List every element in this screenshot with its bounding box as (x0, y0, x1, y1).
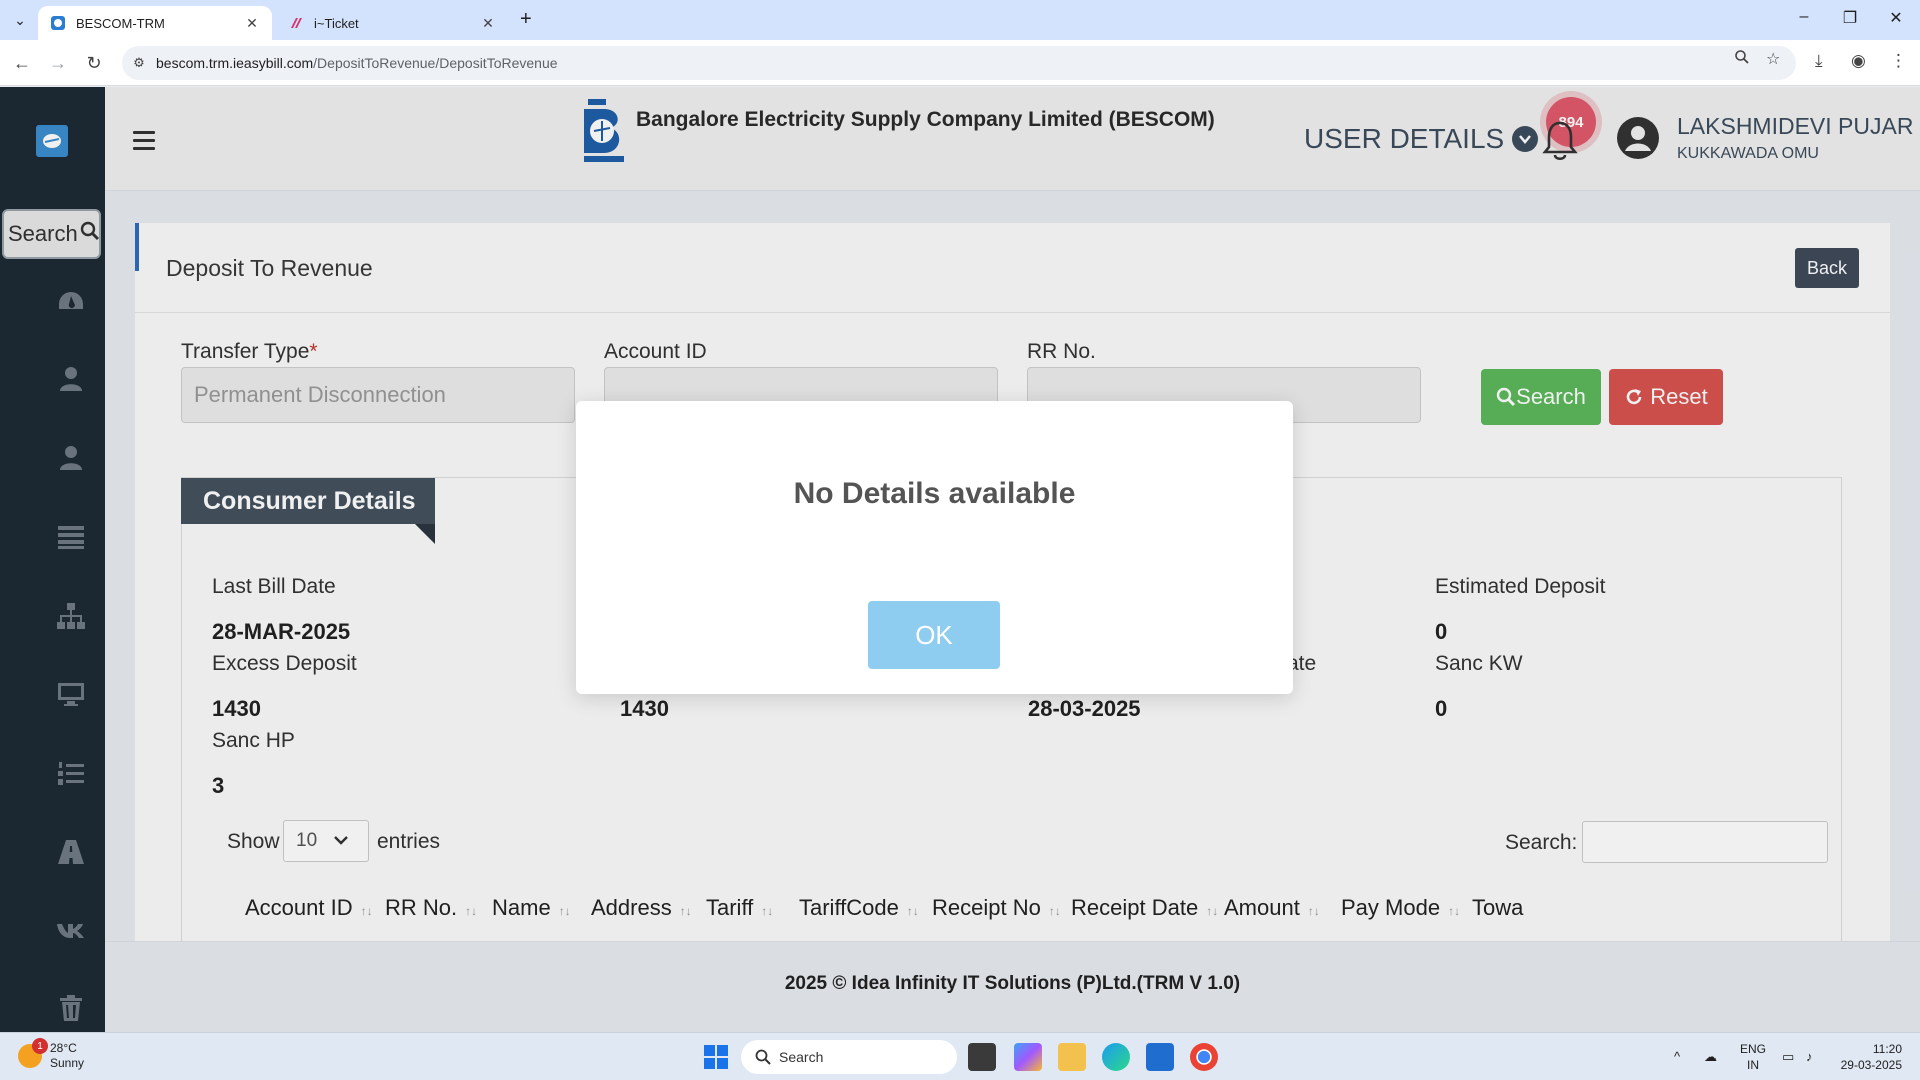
clock[interactable]: 11:20 29-03-2025 (1838, 1041, 1902, 1073)
tab-title: BESCOM-TRM (76, 15, 165, 31)
file-explorer-icon[interactable] (1058, 1043, 1086, 1071)
weather-widget[interactable]: 1 28°C Sunny (18, 1038, 85, 1071)
alert-dialog: No Details available OK (576, 401, 1293, 694)
taskbar-search-placeholder: Search (779, 1049, 824, 1065)
dialog-message: No Details available (793, 477, 1076, 510)
tray-chevron-icon[interactable]: ^ (1674, 1049, 1680, 1064)
browser-toolbar: ← → ↻ ⚙ bescom.trm.ieasybill.com/Deposit… (0, 40, 1920, 86)
taskbar-search[interactable]: Search (741, 1040, 957, 1074)
task-view-icon[interactable] (968, 1043, 996, 1071)
windows-taskbar: 1 28°C Sunny Search ^ ☁ ENG IN ▭ ♪ 11:20… (0, 1032, 1920, 1080)
back-arrow-icon[interactable]: ← (10, 51, 34, 75)
store-icon[interactable] (1146, 1043, 1174, 1071)
tab-search-menu-icon[interactable]: ⌄ (8, 8, 32, 32)
search-icon (755, 1049, 771, 1065)
onedrive-icon[interactable]: ☁ (1704, 1049, 1717, 1065)
tab-title: i~Ticket (314, 15, 359, 31)
minimize-icon[interactable]: – (1781, 8, 1827, 26)
weather-sun-icon: 1 (18, 1038, 48, 1068)
zoom-icon[interactable] (1734, 49, 1750, 70)
bescom-favicon-icon (50, 15, 66, 31)
restore-icon[interactable]: ❐ (1827, 8, 1873, 28)
close-tab-icon[interactable]: ✕ (244, 15, 260, 32)
tab-iticket[interactable]: i~Ticket ✕ (276, 6, 508, 40)
edge-icon[interactable] (1102, 1043, 1130, 1071)
reload-icon[interactable]: ↻ (82, 51, 106, 75)
address-bar[interactable]: ⚙ bescom.trm.ieasybill.com/DepositToReve… (122, 46, 1796, 80)
profile-icon[interactable]: ◉ (1851, 51, 1866, 71)
temperature: 28°C (50, 1041, 77, 1055)
forward-arrow-icon[interactable]: → (46, 51, 70, 75)
copilot-icon[interactable] (1014, 1043, 1042, 1071)
browser-menu-icon[interactable]: ⋮ (1890, 51, 1907, 71)
iticket-favicon-icon (288, 15, 304, 31)
ok-button[interactable]: OK (868, 601, 1000, 669)
url-text: bescom.trm.ieasybill.com/DepositToRevenu… (156, 55, 558, 71)
download-icon[interactable]: ⤓ (1815, 51, 1823, 71)
weather-condition: Sunny (50, 1056, 85, 1070)
weather-badge: 1 (32, 1038, 48, 1054)
bookmark-star-icon[interactable]: ☆ (1766, 49, 1780, 69)
chrome-icon[interactable] (1190, 1043, 1218, 1071)
language-indicator[interactable]: ENG IN (1740, 1041, 1766, 1073)
close-tab-icon[interactable]: ✕ (480, 15, 496, 32)
browser-tabstrip: ⌄ BESCOM-TRM ✕ i~Ticket ✕ + – ❐ ✕ (0, 0, 1920, 40)
windows-start-icon[interactable] (704, 1045, 728, 1069)
close-window-icon[interactable]: ✕ (1873, 8, 1919, 28)
new-tab-icon[interactable]: + (520, 8, 532, 31)
tab-bescom-trm[interactable]: BESCOM-TRM ✕ (38, 6, 272, 40)
site-info-icon[interactable]: ⚙ (122, 55, 156, 71)
volume-icon[interactable]: ♪ (1806, 1049, 1813, 1064)
network-icon[interactable]: ▭ (1782, 1049, 1794, 1065)
